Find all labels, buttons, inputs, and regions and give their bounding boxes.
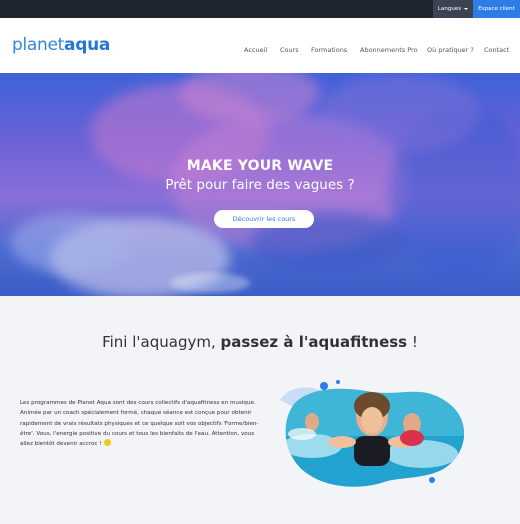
chevron-down-icon [464,8,469,10]
smiley-icon [103,439,111,447]
languages-label: Langues [437,6,462,12]
nav-contact[interactable]: Contact [484,46,509,54]
intro-paragraph: Les programmes de Planet Aqua sont des c… [20,398,260,449]
intro-paragraph-text: Les programmes de Planet Aqua sont des c… [20,400,259,448]
client-area-button[interactable]: Espace client [473,0,520,18]
top-utility-bar: Langues Espace client [0,0,520,18]
section-title-end: ! [411,333,418,351]
nav-cours[interactable]: Cours [280,46,299,54]
site-header: planetaqua Accueil Cours Formations Abon… [0,18,520,73]
nav-ou-pratiquer[interactable]: Où pratiquer ? [427,46,474,54]
discover-courses-button[interactable]: Découvrir les cours [214,210,314,228]
nav-abonnements-pro[interactable]: Abonnements Pro [360,46,418,54]
section-title-bold: passez à l'aquafitness [220,333,408,351]
languages-dropdown[interactable]: Langues [433,0,473,18]
logo-part-aqua: aqua [64,35,111,55]
logo-part-planet: planet [12,35,65,55]
section-title: Fini l'aquagym, passez à l'aquafitness ! [0,333,520,351]
hero-subtitle: Prêt pour faire des vagues ? [165,177,355,193]
hero-banner: MAKE YOUR WAVE Prêt pour faire des vague… [0,73,520,296]
hero-title: MAKE YOUR WAVE [186,158,334,174]
aquafitness-photo [280,380,465,487]
nav-formations[interactable]: Formations [311,46,347,54]
logo[interactable]: planetaqua [12,35,110,55]
nav-accueil[interactable]: Accueil [244,46,267,54]
section-title-plain: Fini l'aquagym, [102,333,216,351]
